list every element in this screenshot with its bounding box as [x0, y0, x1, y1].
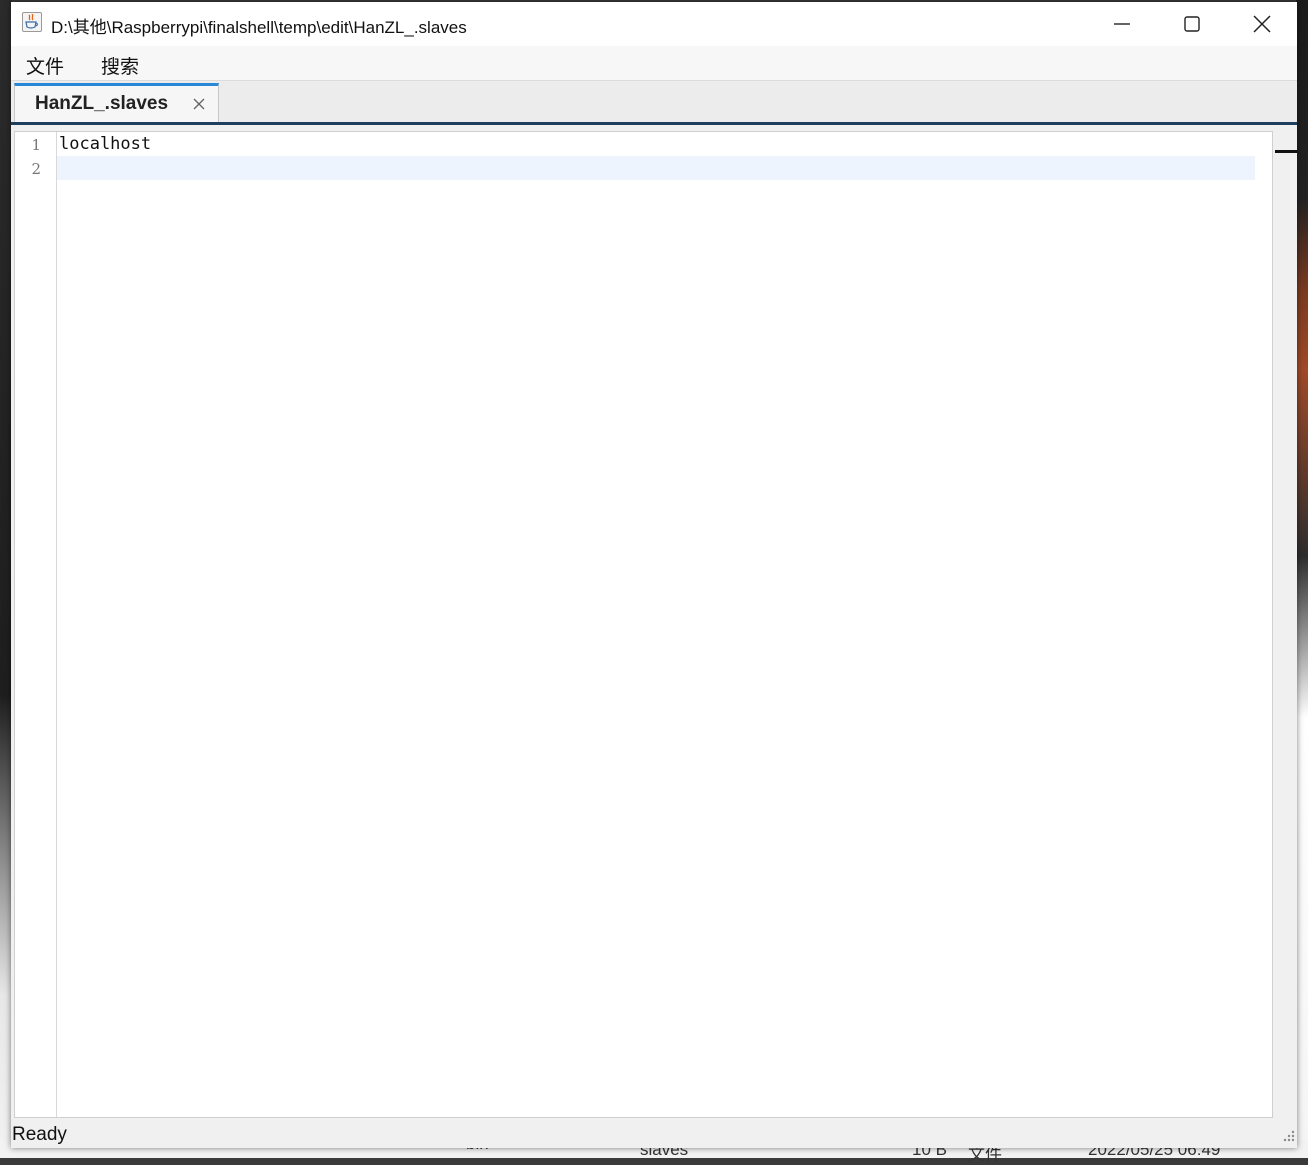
minimize-button[interactable] — [1087, 2, 1157, 46]
minimize-icon — [1114, 23, 1130, 25]
code-line[interactable]: localhost — [57, 132, 1255, 156]
status-text: Ready — [12, 1124, 67, 1145]
status-bar: Ready — [11, 1122, 1297, 1148]
java-cup-icon[interactable] — [22, 12, 42, 32]
line-number: 1 — [31, 136, 41, 154]
code-line-text: localhost — [59, 134, 152, 154]
editor-window: D:\其他\Raspberrypi\finalshell\temp\edit\H… — [11, 2, 1297, 1148]
line-number-gutter: 1 2 — [15, 132, 57, 1117]
maximize-icon — [1184, 16, 1200, 32]
title-bar[interactable]: D:\其他\Raspberrypi\finalshell\temp\edit\H… — [11, 2, 1297, 46]
text-editor[interactable]: 1 2 localhost — [14, 131, 1273, 1118]
close-button[interactable] — [1227, 2, 1297, 46]
close-icon — [1253, 15, 1271, 33]
tab-bar: HanZL_.slaves — [11, 81, 1297, 123]
editor-area: 1 2 localhost — [11, 125, 1297, 1122]
desktop-background-right — [1296, 0, 1308, 1158]
line-number: 2 — [31, 160, 41, 178]
current-code-line[interactable] — [57, 156, 1255, 180]
tab-hanzl-slaves[interactable]: HanZL_.slaves — [14, 83, 219, 122]
tab-label: HanZL_.slaves — [35, 93, 169, 114]
window-title: D:\其他\Raspberrypi\finalshell\temp\edit\H… — [51, 18, 467, 37]
scroll-position-marker[interactable] — [1275, 150, 1297, 153]
maximize-button[interactable] — [1157, 2, 1227, 46]
resize-grip-icon[interactable] — [1281, 1127, 1295, 1146]
menu-file[interactable]: 文件 — [26, 52, 64, 79]
close-icon[interactable] — [193, 95, 205, 114]
menu-bar: 文件 搜索 — [11, 46, 1297, 81]
menu-search[interactable]: 搜索 — [101, 52, 139, 79]
